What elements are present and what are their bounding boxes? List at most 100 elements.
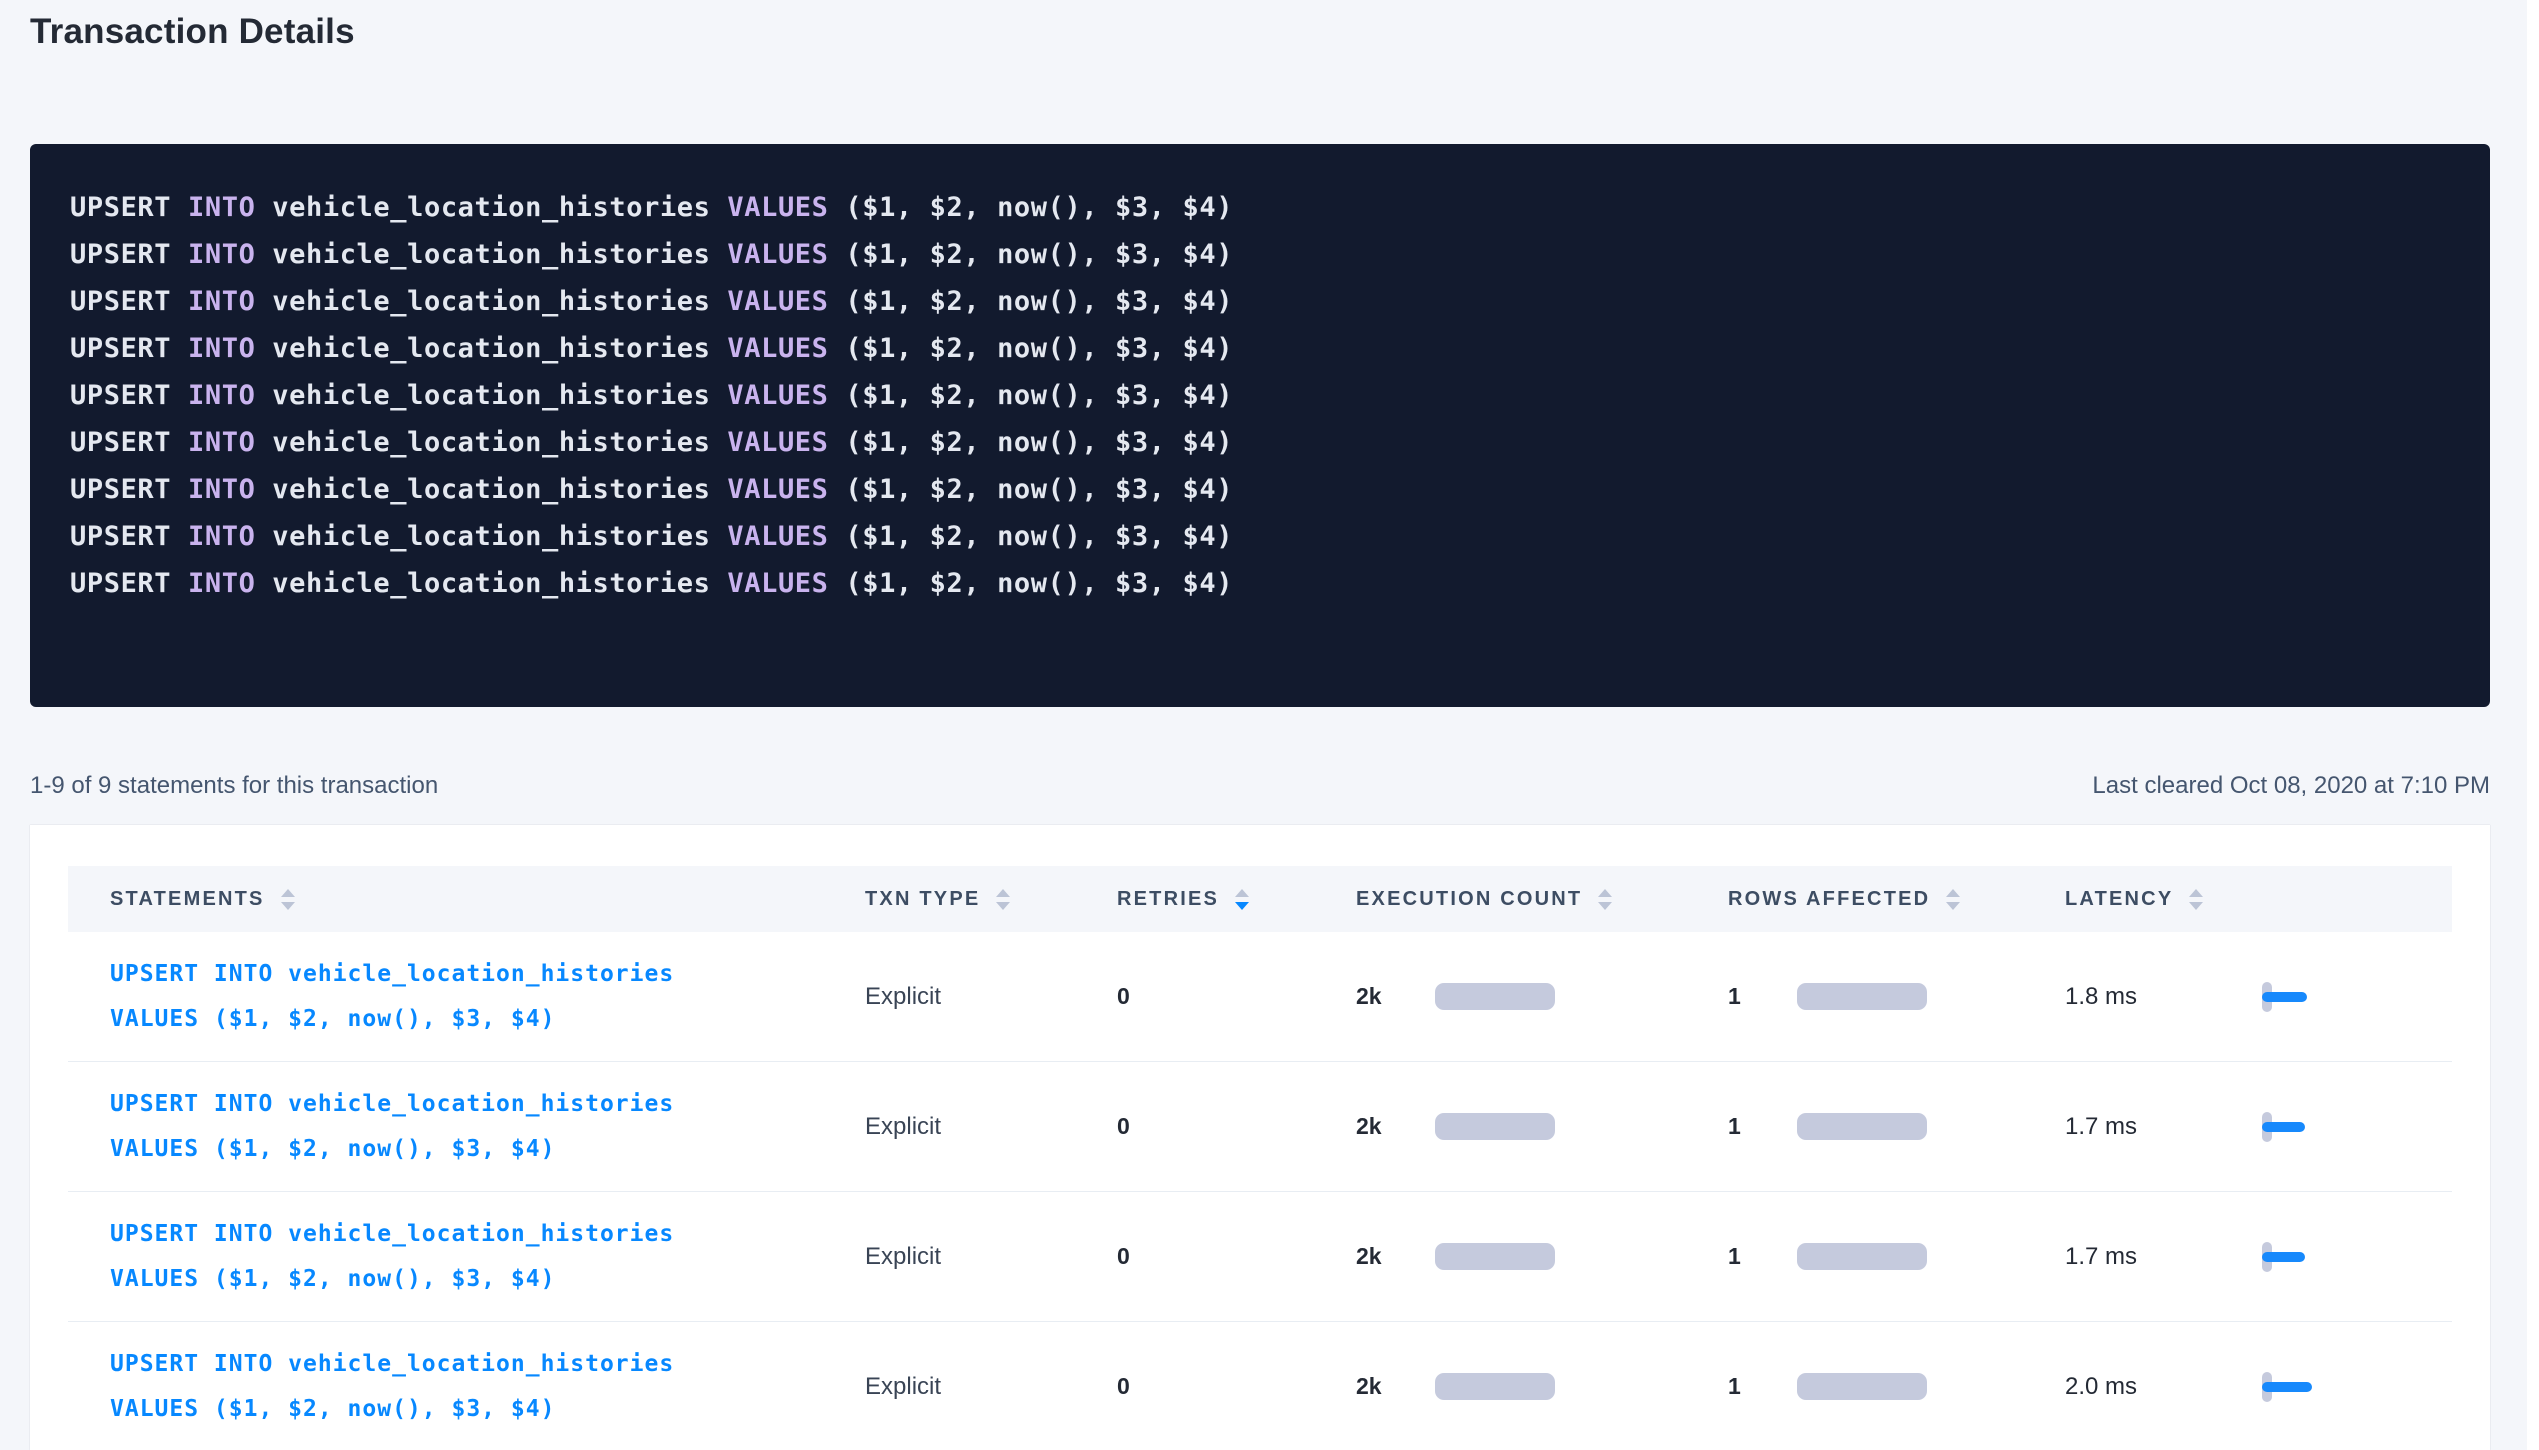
rows-affected-bar bbox=[1797, 1113, 1927, 1140]
latency-value: 2.0 ms bbox=[2065, 1373, 2262, 1401]
sort-arrows-icon bbox=[996, 889, 1010, 910]
latency-cell: 2.0 ms bbox=[2065, 1371, 2452, 1403]
sql-keyword: VALUES bbox=[727, 380, 828, 411]
column-header-retries[interactable]: RETRIES bbox=[1117, 888, 1356, 911]
rows-affected-cell: 1 bbox=[1728, 1243, 2065, 1270]
sql-text bbox=[171, 568, 188, 599]
sort-asc-icon bbox=[2189, 889, 2203, 897]
execution-count-bar bbox=[1435, 983, 1555, 1010]
statement-line: VALUES ($1, $2, now(), $3, $4) bbox=[110, 1127, 865, 1172]
sql-text: vehicle_location_histories bbox=[255, 568, 727, 599]
latency-mean-bar bbox=[2262, 1382, 2312, 1392]
sql-keyword: VALUES bbox=[727, 568, 828, 599]
execution-count-cell: 2k bbox=[1356, 983, 1728, 1010]
statement-cell: UPSERT INTO vehicle_location_historiesVA… bbox=[68, 1082, 865, 1172]
execution-count-bar bbox=[1435, 1243, 1555, 1270]
sql-text: ($1, $2, now(), $3, $4) bbox=[829, 427, 1234, 458]
sql-keyword: VALUES bbox=[727, 286, 828, 317]
latency-cell: 1.7 ms bbox=[2065, 1241, 2452, 1273]
sql-text: UPSERT bbox=[70, 427, 171, 458]
execution-count-value: 2k bbox=[1356, 1243, 1435, 1270]
statement-line: UPSERT INTO vehicle_location_histories bbox=[110, 1082, 865, 1127]
sort-asc-icon bbox=[1946, 889, 1960, 897]
sql-text bbox=[171, 427, 188, 458]
rows-affected-cell: 1 bbox=[1728, 983, 2065, 1010]
sql-code-block: UPSERT INTO vehicle_location_histories V… bbox=[30, 144, 2490, 707]
sort-desc-icon bbox=[1946, 902, 1960, 910]
sql-text: vehicle_location_histories bbox=[255, 380, 727, 411]
rows-affected-value: 1 bbox=[1728, 1113, 1797, 1140]
latency-bar-chart bbox=[2262, 981, 2313, 1013]
latency-value: 1.7 ms bbox=[2065, 1243, 2262, 1271]
statement-link[interactable]: UPSERT INTO vehicle_location_historiesVA… bbox=[110, 1082, 865, 1172]
sql-text: UPSERT bbox=[70, 286, 171, 317]
statement-link[interactable]: UPSERT INTO vehicle_location_historiesVA… bbox=[110, 952, 865, 1042]
txn-type-cell: Explicit bbox=[865, 1373, 1117, 1401]
sql-statement-line: UPSERT INTO vehicle_location_histories V… bbox=[70, 466, 2450, 513]
statement-line: UPSERT INTO vehicle_location_histories bbox=[110, 952, 865, 997]
column-header-txn-type[interactable]: TXN TYPE bbox=[865, 888, 1117, 911]
sql-keyword: INTO bbox=[188, 568, 255, 599]
sql-statement-line: UPSERT INTO vehicle_location_histories V… bbox=[70, 513, 2450, 560]
column-header-statements[interactable]: STATEMENTS bbox=[68, 888, 865, 911]
sort-arrows-icon bbox=[1235, 889, 1249, 910]
sort-arrows-icon bbox=[1946, 889, 1960, 910]
statements-table-card: STATEMENTS TXN TYPE RETRIESEXECUTION COUNT… bbox=[30, 825, 2490, 1450]
execution-count-value: 2k bbox=[1356, 1373, 1435, 1400]
column-header-rows-affected[interactable]: ROWS AFFECTED bbox=[1728, 888, 2065, 911]
statement-link[interactable]: UPSERT INTO vehicle_location_historiesVA… bbox=[110, 1212, 865, 1302]
table-row: UPSERT INTO vehicle_location_historiesVA… bbox=[68, 1192, 2452, 1322]
sql-keyword: VALUES bbox=[727, 333, 828, 364]
rows-affected-bar bbox=[1797, 1243, 1927, 1270]
statement-line: UPSERT INTO vehicle_location_histories bbox=[110, 1212, 865, 1257]
rows-affected-value: 1 bbox=[1728, 1373, 1797, 1400]
sql-text: UPSERT bbox=[70, 380, 171, 411]
sql-keyword: VALUES bbox=[727, 474, 828, 505]
latency-mean-bar bbox=[2262, 1252, 2305, 1262]
sql-text: vehicle_location_histories bbox=[255, 239, 727, 270]
rows-affected-cell: 1 bbox=[1728, 1373, 2065, 1400]
rows-affected-cell: 1 bbox=[1728, 1113, 2065, 1140]
sql-text: ($1, $2, now(), $3, $4) bbox=[829, 521, 1234, 552]
sql-text: ($1, $2, now(), $3, $4) bbox=[829, 568, 1234, 599]
statement-cell: UPSERT INTO vehicle_location_historiesVA… bbox=[68, 1342, 865, 1432]
statement-line: VALUES ($1, $2, now(), $3, $4) bbox=[110, 1387, 865, 1432]
sql-text: vehicle_location_histories bbox=[255, 333, 727, 364]
latency-mean-bar bbox=[2262, 1122, 2305, 1132]
column-label: STATEMENTS bbox=[110, 888, 265, 911]
column-header-latency[interactable]: LATENCY bbox=[2065, 888, 2452, 911]
table-meta-row: 1-9 of 9 statements for this transaction… bbox=[30, 772, 2490, 800]
sql-text bbox=[171, 333, 188, 364]
sql-keyword: INTO bbox=[188, 380, 255, 411]
sql-keyword: INTO bbox=[188, 333, 255, 364]
txn-type-cell: Explicit bbox=[865, 1113, 1117, 1141]
sql-keyword: INTO bbox=[188, 521, 255, 552]
scrollbar-track[interactable] bbox=[2527, 0, 2539, 1450]
sql-text bbox=[171, 239, 188, 270]
table-body: UPSERT INTO vehicle_location_historiesVA… bbox=[68, 932, 2452, 1450]
sort-asc-icon bbox=[1235, 889, 1249, 897]
latency-cell: 1.8 ms bbox=[2065, 981, 2452, 1013]
column-header-execution-count[interactable]: EXECUTION COUNT bbox=[1356, 888, 1728, 911]
retries-cell: 0 bbox=[1117, 1243, 1356, 1270]
statement-link[interactable]: UPSERT INTO vehicle_location_historiesVA… bbox=[110, 1342, 865, 1432]
statement-line: UPSERT INTO vehicle_location_histories bbox=[110, 1342, 865, 1387]
sql-text bbox=[171, 521, 188, 552]
sql-text: UPSERT bbox=[70, 521, 171, 552]
table-row: UPSERT INTO vehicle_location_historiesVA… bbox=[68, 1322, 2452, 1450]
table-row: UPSERT INTO vehicle_location_historiesVA… bbox=[68, 932, 2452, 1062]
sql-statement-line: UPSERT INTO vehicle_location_histories V… bbox=[70, 231, 2450, 278]
sql-keyword: INTO bbox=[188, 286, 255, 317]
statement-line: VALUES ($1, $2, now(), $3, $4) bbox=[110, 997, 865, 1042]
sort-arrows-icon bbox=[281, 889, 295, 910]
column-label: EXECUTION COUNT bbox=[1356, 888, 1582, 911]
execution-count-cell: 2k bbox=[1356, 1243, 1728, 1270]
sort-desc-icon bbox=[2189, 902, 2203, 910]
sql-statement-lines: UPSERT INTO vehicle_location_histories V… bbox=[70, 184, 2450, 607]
sql-text: ($1, $2, now(), $3, $4) bbox=[829, 474, 1234, 505]
column-label: TXN TYPE bbox=[865, 888, 980, 911]
sql-statement-line: UPSERT INTO vehicle_location_histories V… bbox=[70, 419, 2450, 466]
sql-text bbox=[171, 192, 188, 223]
sort-arrows-icon bbox=[2189, 889, 2203, 910]
sql-text: vehicle_location_histories bbox=[255, 192, 727, 223]
